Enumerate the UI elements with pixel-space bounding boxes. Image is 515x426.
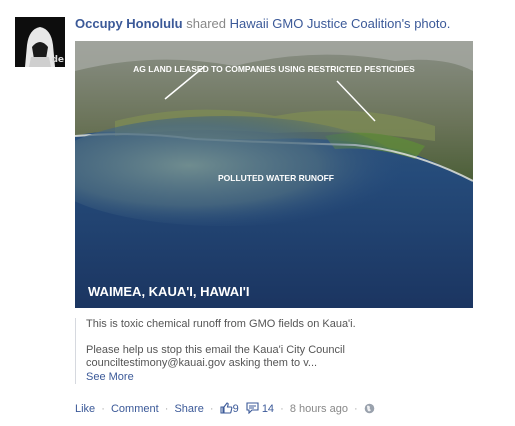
caption-line-3-text: counciltestimony@kauai.gov asking them t… — [86, 357, 318, 369]
like-count[interactable]: 9 — [220, 402, 242, 415]
avatar-label: de — [51, 55, 64, 65]
caption-line-2-text: Please help us stop this email the Kaua'… — [86, 344, 345, 356]
separator: · — [354, 403, 358, 415]
source-link[interactable]: Hawaii GMO Justice Coalition's — [230, 16, 411, 31]
shared-photo[interactable]: AG LAND LEASED TO COMPANIES USING RESTRI… — [75, 41, 473, 308]
post-actions: Like · Comment · Share · 9 14 · 8 hours … — [75, 402, 375, 416]
comment-count[interactable]: 14 — [246, 402, 277, 415]
timestamp-link[interactable]: 8 hours ago — [290, 403, 348, 415]
overlay-middle-text: POLLUTED WATER RUNOFF — [218, 173, 334, 183]
see-more-link[interactable]: See More — [86, 371, 134, 383]
comment-count-value: 14 — [261, 403, 275, 415]
share-verb: shared — [186, 16, 226, 31]
photo-link[interactable]: photo. — [414, 16, 450, 31]
like-link[interactable]: Like — [75, 403, 95, 415]
like-count-value: 9 — [232, 403, 239, 415]
avatar[interactable]: de — [15, 17, 65, 67]
actor-link[interactable]: Occupy Honolulu — [75, 16, 183, 31]
separator: · — [209, 403, 214, 415]
thumbs-up-icon — [220, 402, 233, 414]
post-header: Occupy Honolulu shared Hawaii GMO Justic… — [75, 15, 450, 32]
separator: · — [280, 403, 284, 415]
share-link[interactable]: Share — [174, 403, 203, 415]
photo-image: AG LAND LEASED TO COMPANIES USING RESTRI… — [75, 41, 473, 308]
overlay-bottom-text: WAIMEA, KAUA'I, HAWAI'I — [88, 284, 249, 299]
comment-link[interactable]: Comment — [111, 403, 159, 415]
overlay-top-text: AG LAND LEASED TO COMPANIES USING RESTRI… — [133, 64, 415, 74]
comment-icon — [246, 402, 259, 414]
caption-line-1: This is toxic chemical runoff from GMO f… — [86, 318, 356, 330]
caption-line-2: Please help us stop this email the Kaua'… — [86, 344, 506, 370]
photo-caption: This is toxic chemical runoff from GMO f… — [75, 318, 506, 384]
globe-icon[interactable] — [364, 403, 375, 414]
separator: · — [101, 403, 105, 415]
separator: · — [164, 403, 169, 415]
